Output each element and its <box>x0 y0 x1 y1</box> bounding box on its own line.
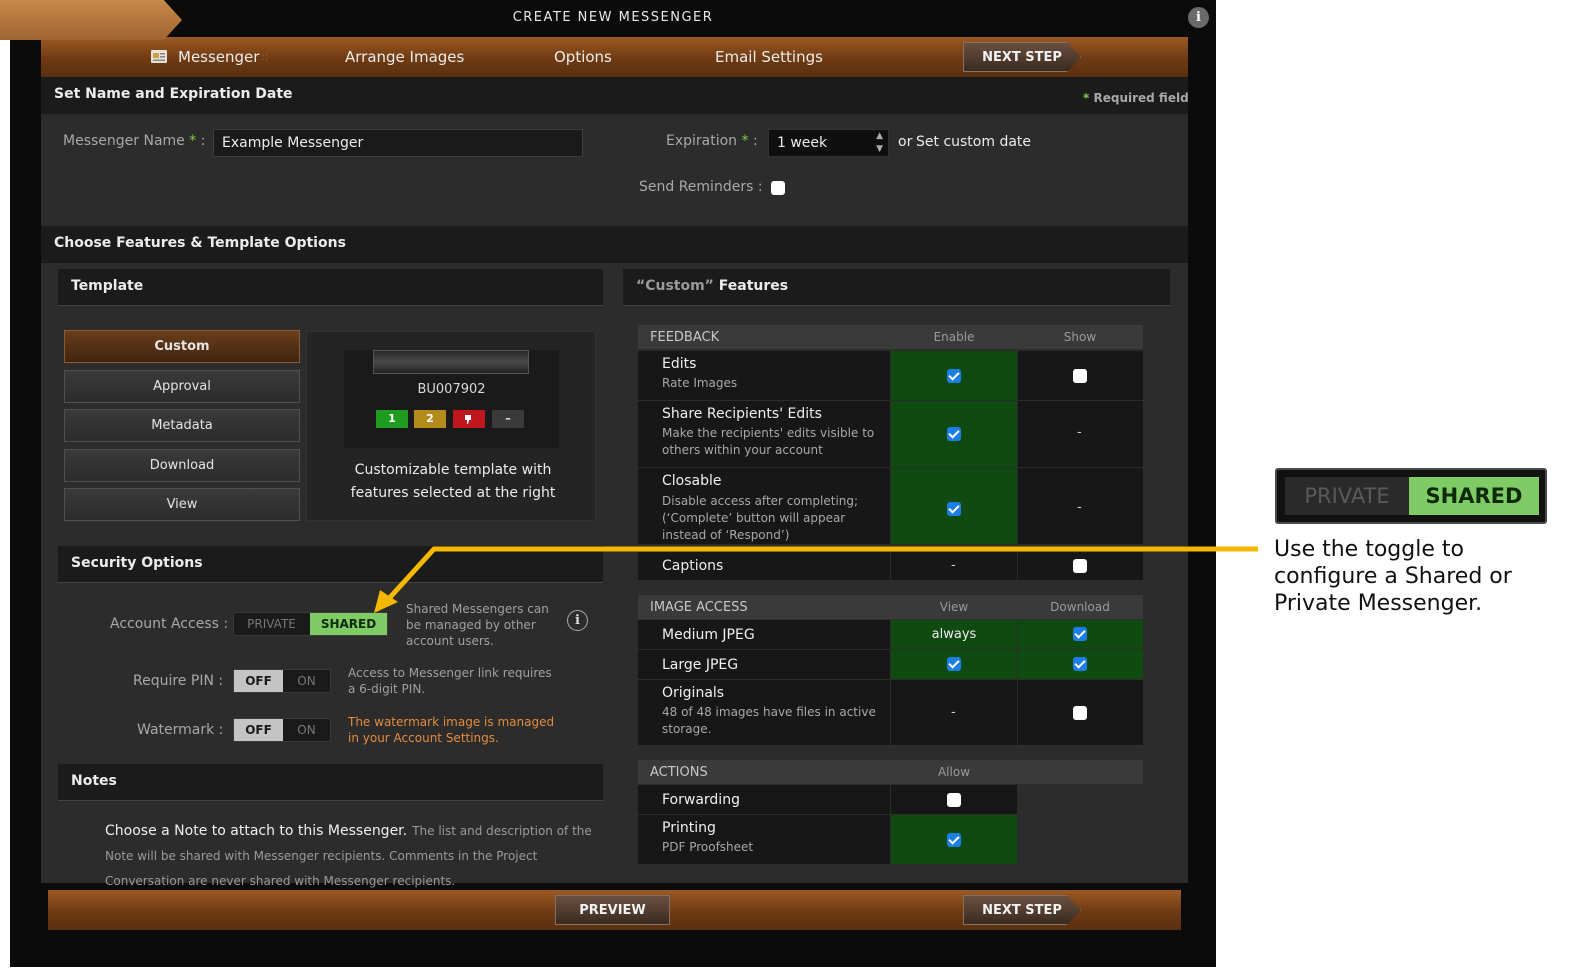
callout-private-option: PRIVATE <box>1285 477 1409 515</box>
callout-shared-option: SHARED <box>1409 477 1539 515</box>
callout-toggle-enlarged: PRIVATE SHARED <box>1275 468 1547 524</box>
callout-text: Use the toggle to configure a Shared or … <box>1274 537 1512 616</box>
screenshot-stage: ✕ CREATE NEW MESSENGER i Messenger :: Ar… <box>0 0 1580 974</box>
